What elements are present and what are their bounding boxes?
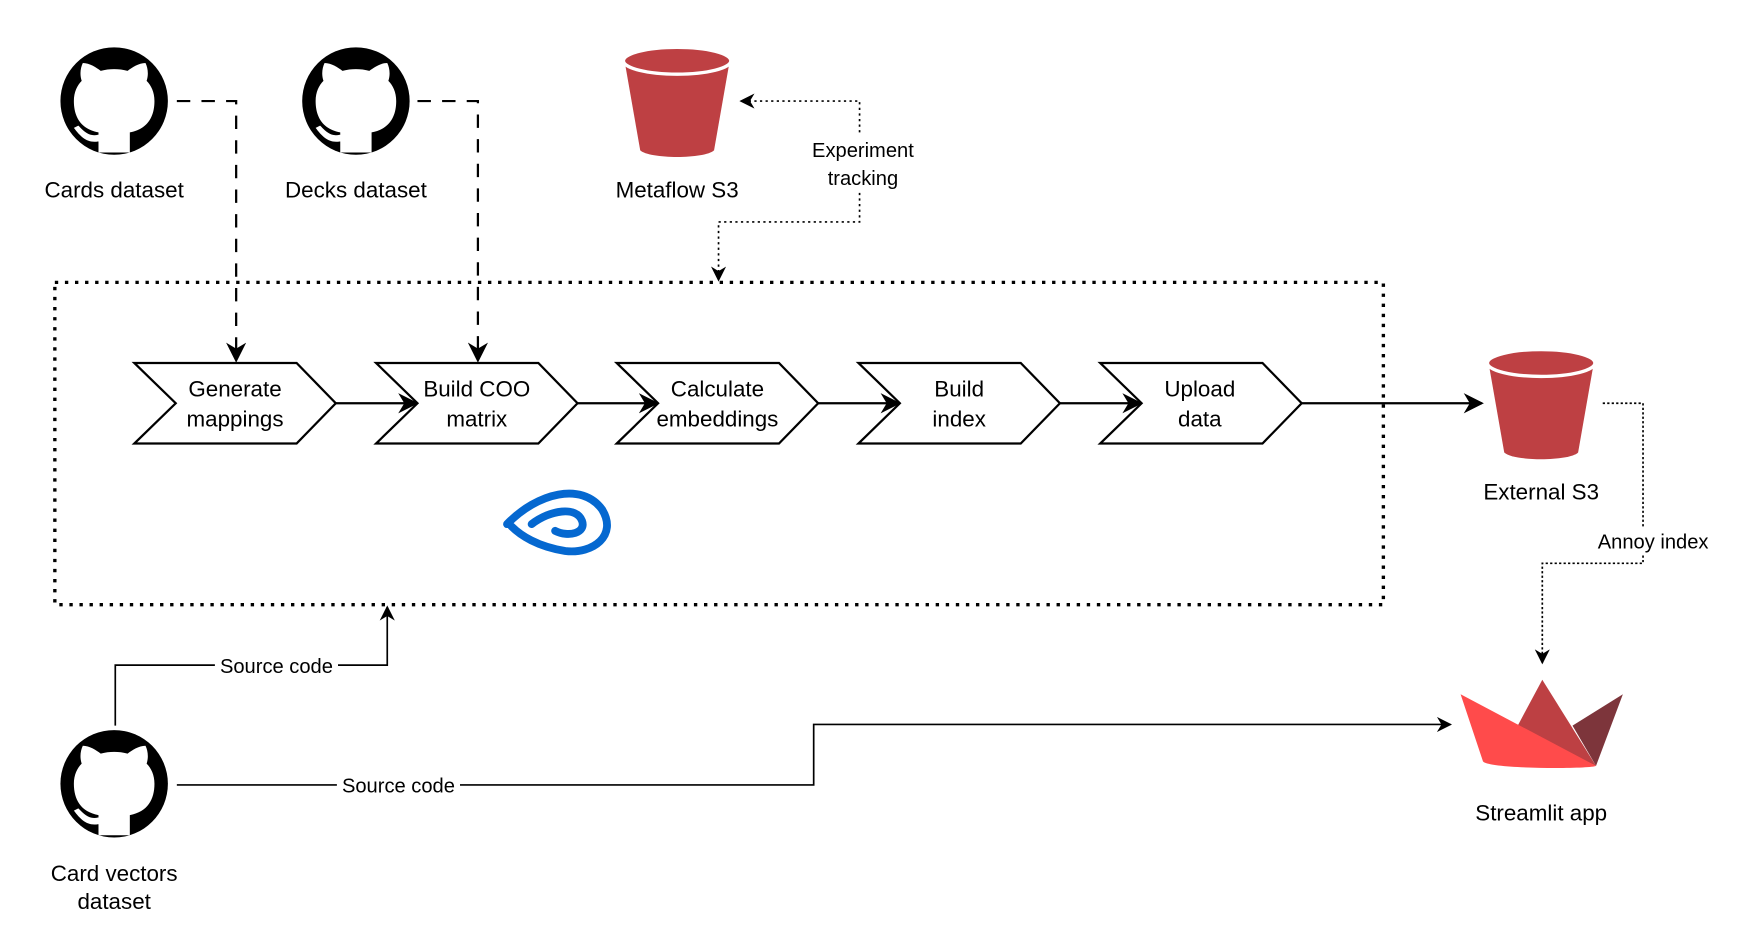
s3-bucket-icon xyxy=(1485,347,1597,461)
card-vectors-label-line1: Card vectors xyxy=(51,861,178,886)
experiment-tracking-label-line2: tracking xyxy=(828,168,898,190)
edge-tracking-to-flow xyxy=(710,192,861,282)
step-label: Build COO xyxy=(423,377,530,402)
experiment-tracking-label-line1: Experiment xyxy=(812,140,914,162)
edge-annoy-to-streamlit xyxy=(1534,555,1644,665)
step-label: mappings xyxy=(187,407,284,432)
edge-cards-to-mappings xyxy=(176,99,247,363)
streamlit-app-label: Streamlit app xyxy=(1475,801,1607,826)
decks-dataset-label: Decks dataset xyxy=(285,177,428,202)
edge-external-s3-annoy xyxy=(1602,402,1644,527)
external-s3-node: External S3 xyxy=(1483,347,1599,505)
github-icon xyxy=(302,47,410,155)
github-icon xyxy=(60,730,168,838)
external-s3-label: External S3 xyxy=(1483,480,1599,505)
metaflow-logo-icon xyxy=(503,489,611,556)
step-label: Calculate xyxy=(671,377,764,402)
edge-decks-to-coo xyxy=(417,99,488,363)
step-label: Build xyxy=(934,377,984,402)
architecture-diagram: Cards dataset Decks dataset Card vectors… xyxy=(45,45,1709,914)
cards-dataset-label: Cards dataset xyxy=(45,177,185,202)
source-code-label: Source code xyxy=(342,776,455,798)
edge-tracking-to-metaflow-s3 xyxy=(739,93,861,133)
step-label: Upload xyxy=(1164,377,1235,402)
annoy-index-label: Annoy index xyxy=(1598,532,1709,554)
cards-dataset-node: Cards dataset xyxy=(45,47,185,202)
card-vectors-dataset-node: Card vectors dataset xyxy=(51,730,178,914)
step-label: index xyxy=(932,407,986,432)
metaflow-s3-label: Metaflow S3 xyxy=(616,177,739,202)
github-icon xyxy=(60,47,168,155)
streamlit-icon xyxy=(1460,679,1623,769)
source-code-label: Source code xyxy=(220,656,333,678)
s3-bucket-icon xyxy=(621,45,733,159)
step-label: embeddings xyxy=(656,407,778,432)
metaflow-s3-node: Metaflow S3 xyxy=(616,45,739,202)
streamlit-app-node: Streamlit app xyxy=(1460,679,1623,826)
step-generate-mappings: Generate mappings xyxy=(131,361,338,445)
decks-dataset-node: Decks dataset xyxy=(285,47,428,202)
step-label: data xyxy=(1178,407,1222,432)
step-label: matrix xyxy=(446,407,507,432)
step-label: Generate xyxy=(188,377,281,402)
card-vectors-label-line2: dataset xyxy=(77,889,151,914)
